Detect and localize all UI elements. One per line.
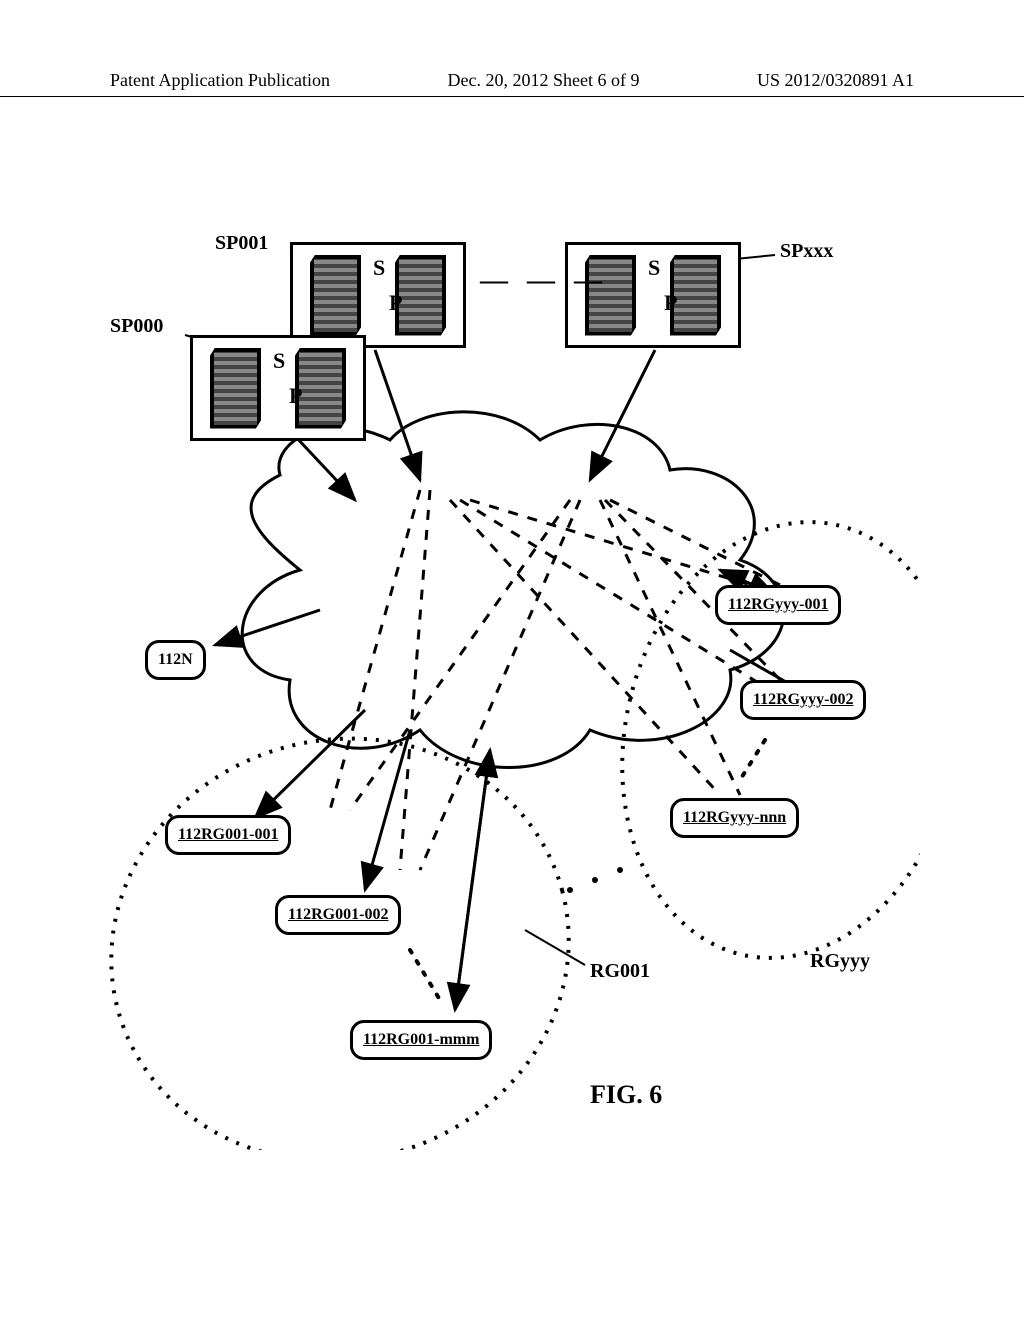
spxxx-label: SPxxx (780, 240, 833, 263)
node-rg001-001: 112RG001-001 (165, 815, 291, 855)
sp001-label: SP001 (215, 232, 268, 255)
server-pair-sp000: S P (190, 335, 366, 441)
rg001-label: RG001 (590, 960, 650, 983)
node-label: 112RGyyy-002 (753, 691, 853, 708)
server-s-label: S (273, 348, 285, 374)
sp000-label: SP000 (110, 315, 163, 338)
header-center: Dec. 20, 2012 Sheet 6 of 9 (447, 70, 639, 91)
server-p-label: P (289, 383, 302, 409)
node-label: 112RG001-mmm (363, 1031, 479, 1048)
figure-label: FIG. 6 (590, 1080, 662, 1110)
node-label: 112RG001-002 (288, 906, 388, 923)
node-label: 112RGyyy-001 (728, 596, 828, 613)
node-rg001-002: 112RG001-002 (275, 895, 401, 935)
node-rgyyy-001: 112RGyyy-001 (715, 585, 841, 625)
node-rgyyy-nnn: 112RGyyy-nnn (670, 798, 799, 838)
rgyyy-label: RGyyy (810, 950, 870, 973)
node-label: 112RGyyy-nnn (683, 809, 786, 826)
node-label: 112RG001-001 (178, 826, 278, 843)
node-rg001-mmm: 112RG001-mmm (350, 1020, 492, 1060)
header-right: US 2012/0320891 A1 (757, 70, 914, 91)
server-pair-sp001: S P (290, 242, 466, 348)
server-p-label: P (664, 290, 677, 316)
figure-diagram: S P S P S P — — — SP001 SPxxx SP000 112N… (100, 250, 920, 1150)
ellipsis-dashes: — — — (480, 265, 608, 297)
server-s-label: S (648, 255, 660, 281)
server-p-label: P (389, 290, 402, 316)
server-icon (310, 255, 361, 336)
server-icon (395, 255, 446, 336)
node-rgyyy-002: 112RGyyy-002 (740, 680, 866, 720)
header-left: Patent Application Publication (110, 70, 330, 91)
server-icon (210, 348, 261, 429)
page-header: Patent Application Publication Dec. 20, … (0, 70, 1024, 97)
server-icon (670, 255, 721, 336)
node-label: 112N (158, 651, 193, 668)
server-s-label: S (373, 255, 385, 281)
cloud-icon (242, 412, 784, 768)
node-112n: 112N (145, 640, 206, 680)
server-icon (295, 348, 346, 429)
